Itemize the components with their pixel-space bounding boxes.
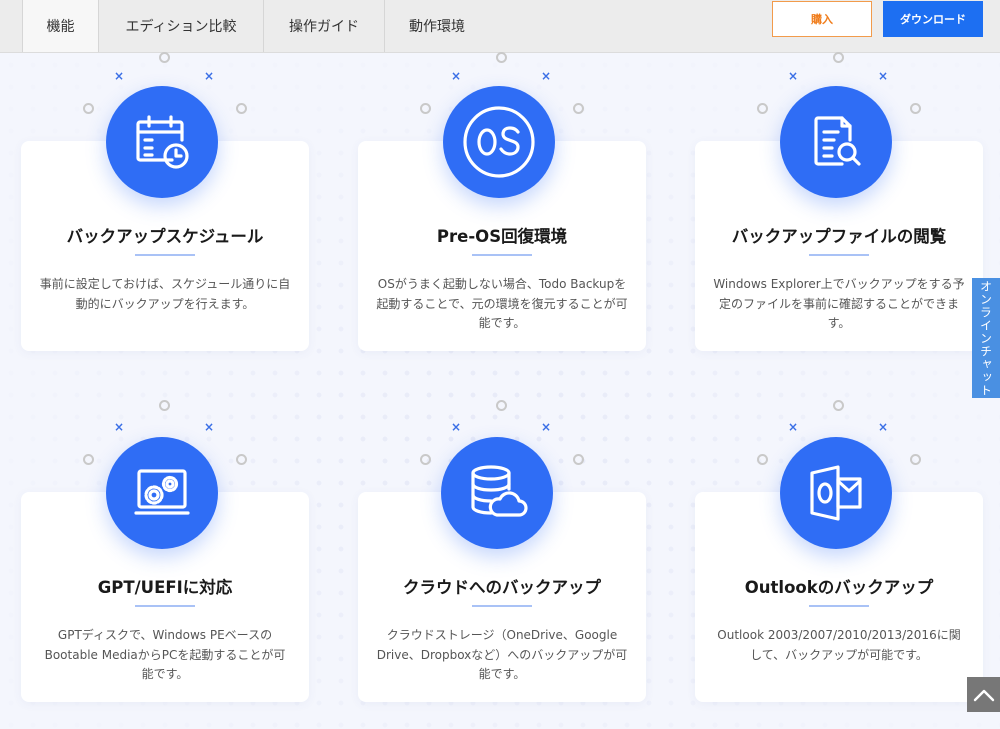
back-to-top-button[interactable] [967, 677, 1000, 712]
decor-cross-icon: × [451, 69, 462, 83]
icon-circle [106, 86, 218, 198]
decor-circle [910, 454, 921, 465]
tab-system-requirements[interactable]: 動作環境 [385, 0, 489, 52]
decor-circle [420, 103, 431, 114]
buy-button[interactable]: 購入 [772, 1, 872, 37]
top-navigation: 機能 エディション比較 操作ガイド 動作環境 購入 ダウンロード [0, 0, 1000, 53]
decor-cross-icon: × [204, 69, 215, 83]
download-button[interactable]: ダウンロード [883, 1, 983, 37]
feature-description: クラウドストレージ（OneDrive、Google Drive、Dropboxな… [376, 628, 628, 681]
decor-circle [496, 400, 507, 411]
database-cloud-icon [471, 465, 528, 517]
decor-cross-icon: × [114, 69, 125, 83]
feature-description: 事前に設定しておけば、スケジュール通りに自動的にバックアップを行えます。 [39, 277, 291, 311]
feature-title: バックアップスケジュール [66, 227, 264, 246]
decor-circle [910, 103, 921, 114]
decor-circle [83, 103, 94, 114]
feature-icon-schedule [106, 86, 218, 198]
tab-user-guide[interactable]: 操作ガイド [264, 0, 385, 52]
decor-circle [236, 454, 247, 465]
feature-title: Pre-OS回復環境 [436, 227, 568, 246]
decor-cross-icon: × [451, 420, 462, 434]
calendar-clock-icon [136, 115, 189, 169]
decor-cross-icon: × [878, 69, 889, 83]
decor-circle [159, 52, 170, 63]
decor-cross-icon: × [788, 420, 799, 434]
decor-circle [757, 103, 768, 114]
gears-screen-icon [134, 469, 190, 515]
feature-icon-gpt-uefi [106, 437, 218, 549]
outlook-icon [810, 465, 862, 521]
icon-circle [780, 86, 892, 198]
decor-cross-icon: × [788, 69, 799, 83]
title-underline [135, 254, 195, 256]
title-underline [472, 605, 532, 607]
decor-circle [420, 454, 431, 465]
decor-circle [833, 400, 844, 411]
title-underline [809, 605, 869, 607]
feature-description: Windows Explorer上でバックアップをする予定のファイルを事前に確認… [713, 277, 965, 330]
feature-icon-file-browse [780, 86, 892, 198]
feature-description: OSがうまく起動しない場合、Todo Backupを起動することで、元の環境を復… [376, 277, 628, 330]
decor-circle [757, 454, 768, 465]
decor-circle [573, 454, 584, 465]
feature-description: Outlook 2003/2007/2010/2013/2016に関して、バック… [717, 628, 961, 662]
tab-features[interactable]: 機能 [22, 0, 99, 52]
decor-circle [833, 52, 844, 63]
decor-circle [496, 52, 507, 63]
decor-cross-icon: × [541, 420, 552, 434]
decor-circle [159, 400, 170, 411]
online-chat-tab[interactable]: オンラインチャット [972, 278, 1000, 398]
decor-cross-icon: × [114, 420, 125, 434]
decor-cross-icon: × [878, 420, 889, 434]
feature-title: クラウドへのバックアップ [403, 578, 601, 597]
title-underline [472, 254, 532, 256]
document-search-icon [814, 116, 861, 166]
feature-title: GPT/UEFIに対応 [97, 578, 233, 597]
os-icon [463, 106, 535, 178]
icon-circle [780, 437, 892, 549]
feature-icon-pre-os [443, 86, 555, 198]
feature-description: GPTディスクで、Windows PEベースのBootable MediaからP… [44, 628, 286, 681]
feature-title: バックアップファイルの閲覧 [731, 227, 947, 246]
feature-icon-outlook-backup [780, 437, 892, 549]
tab-edition-compare[interactable]: エディション比較 [99, 0, 264, 52]
icon-circle [443, 86, 555, 198]
chevron-up-icon [973, 689, 994, 701]
icon-circle [441, 437, 553, 549]
feature-icon-cloud-backup [441, 437, 553, 549]
decor-circle [573, 103, 584, 114]
decor-circle [83, 454, 94, 465]
feature-title: Outlookのバックアップ [744, 578, 934, 597]
decor-cross-icon: × [204, 420, 215, 434]
decor-circle [236, 103, 247, 114]
icon-circle [106, 437, 218, 549]
title-underline [135, 605, 195, 607]
title-underline [809, 254, 869, 256]
decor-cross-icon: × [541, 69, 552, 83]
